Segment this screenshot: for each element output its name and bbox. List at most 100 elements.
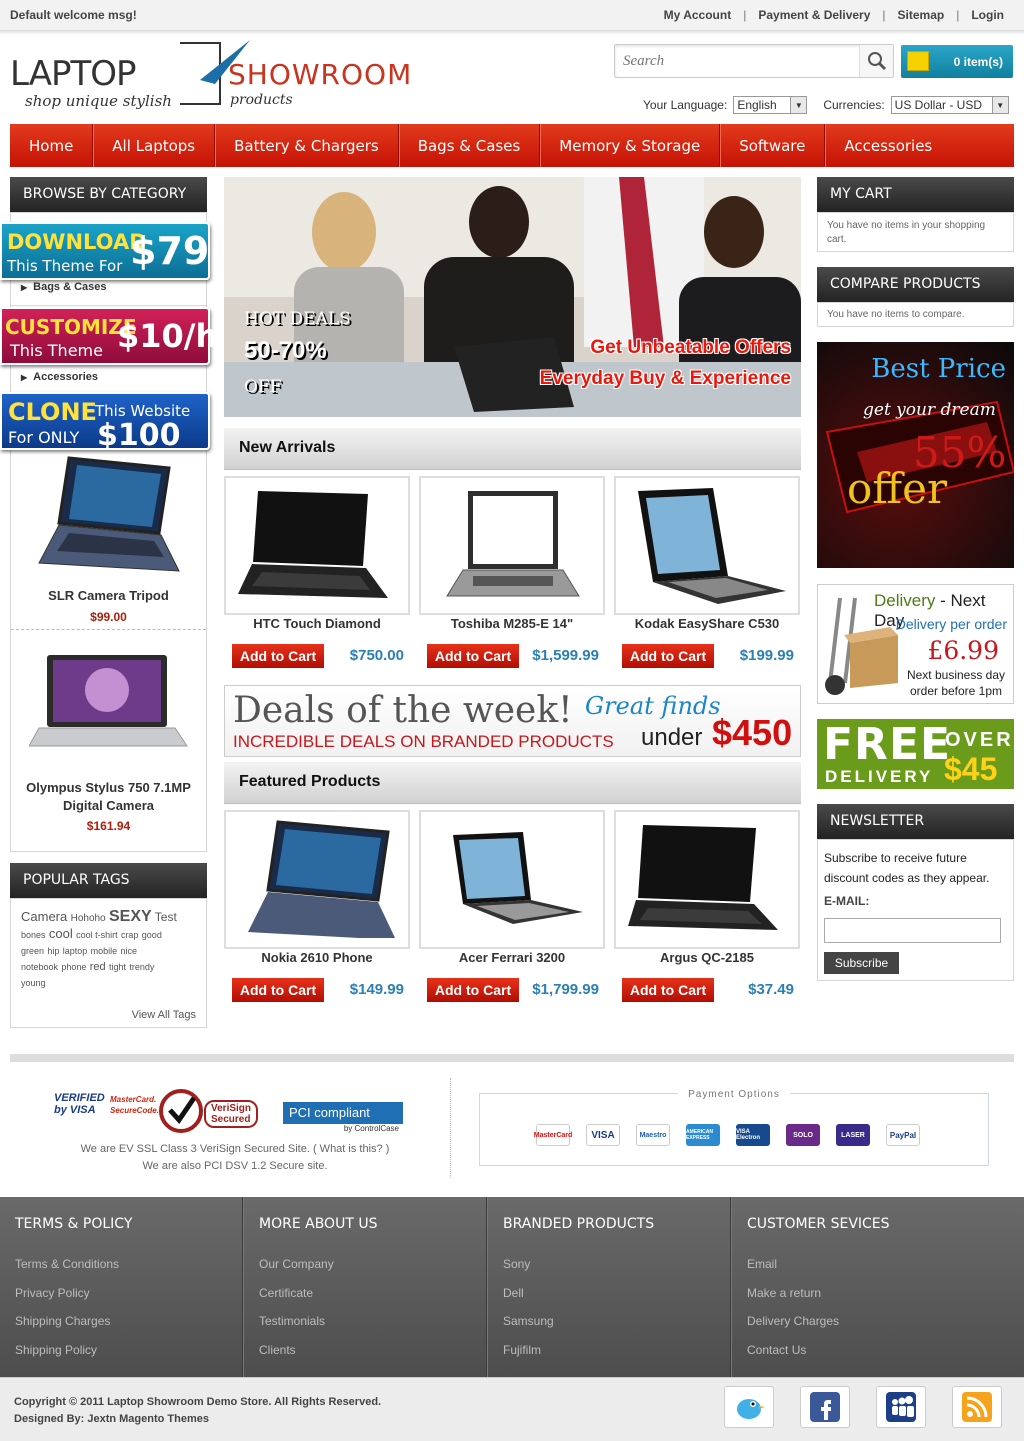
tag-link[interactable]: nice: [120, 946, 137, 956]
footer-link[interactable]: Terms & Conditions: [15, 1257, 119, 1271]
nav-bags-cases[interactable]: Bags & Cases: [399, 124, 541, 167]
footer-link[interactable]: Samsung: [503, 1314, 554, 1328]
footer-link[interactable]: Email: [747, 1257, 777, 1271]
tag-link[interactable]: good: [142, 930, 162, 940]
footer-link[interactable]: Testimonials: [259, 1314, 325, 1328]
free-price: $45: [944, 751, 998, 787]
login-link[interactable]: Login: [971, 8, 1004, 22]
my-cart-box: You have no items in your shopping cart.: [817, 212, 1014, 252]
side-product-image[interactable]: [29, 453, 189, 583]
add-to-cart-button[interactable]: Add to Cart: [427, 978, 519, 1002]
tag-link[interactable]: tight: [109, 962, 126, 972]
product-name[interactable]: Nokia 2610 Phone: [226, 950, 408, 965]
tag-link[interactable]: notebook: [21, 962, 58, 972]
pci-compliant-logo[interactable]: PCI compliant by ControlCase: [283, 1102, 403, 1136]
footer-link[interactable]: Privacy Policy: [15, 1286, 90, 1300]
product-name[interactable]: Argus QC-2185: [616, 950, 798, 965]
tag-link[interactable]: SEXY: [109, 908, 152, 925]
add-to-cart-button[interactable]: Add to Cart: [427, 644, 519, 668]
nav-software[interactable]: Software: [720, 124, 826, 167]
nav-all-laptops[interactable]: All Laptops: [93, 124, 216, 167]
tag-link[interactable]: mobile: [91, 946, 118, 956]
nav-battery-chargers[interactable]: Battery & Chargers: [215, 124, 399, 167]
side-product-name[interactable]: Olympus Stylus 750 7.1MP Digital Camera: [11, 779, 206, 815]
product-name[interactable]: Kodak EasyShare C530: [616, 616, 798, 631]
promo-clone-website[interactable]: CLONE This Website For ONLY $100: [0, 392, 210, 453]
product-image[interactable]: [433, 820, 591, 938]
facebook-button[interactable]: [800, 1386, 850, 1428]
footer-link[interactable]: Shipping Charges: [15, 1314, 110, 1328]
logo-showroom: SHOWROOM: [228, 58, 413, 91]
tag-link[interactable]: cool: [49, 926, 73, 941]
footer-link[interactable]: Dell: [503, 1286, 524, 1300]
footer-link[interactable]: Clients: [259, 1343, 296, 1357]
tag-link[interactable]: red: [90, 961, 106, 973]
add-to-cart-button[interactable]: Add to Cart: [232, 644, 324, 668]
footer-link[interactable]: Make a return: [747, 1286, 821, 1300]
product-image[interactable]: [628, 486, 786, 604]
twitter-button[interactable]: [724, 1386, 774, 1428]
tag-link[interactable]: Camera: [21, 909, 67, 924]
product-image[interactable]: [238, 486, 396, 604]
product-name[interactable]: Acer Ferrari 3200: [421, 950, 603, 965]
product-name[interactable]: HTC Touch Diamond: [226, 616, 408, 631]
product-image[interactable]: [433, 486, 591, 604]
my-account-link[interactable]: My Account: [664, 8, 732, 22]
sitemap-link[interactable]: Sitemap: [898, 8, 945, 22]
verisign-logo[interactable]: VeriSign Secured: [158, 1088, 268, 1134]
nav-home[interactable]: Home: [10, 124, 94, 167]
tag-link[interactable]: young: [21, 978, 46, 988]
add-to-cart-button[interactable]: Add to Cart: [622, 978, 714, 1002]
deals-banner[interactable]: Deals of the week! INCREDIBLE DEALS ON B…: [224, 685, 801, 757]
tag-link[interactable]: cool t-shirt: [76, 930, 118, 940]
add-to-cart-button[interactable]: Add to Cart: [622, 644, 714, 668]
delivery-banner[interactable]: Delivery - Next Day Delivery per order £…: [817, 584, 1014, 704]
footer-link[interactable]: Contact Us: [747, 1343, 806, 1357]
language-select[interactable]: English ▼: [733, 96, 808, 114]
subscribe-button[interactable]: Subscribe: [824, 952, 899, 974]
pci-text: PCI compliant: [283, 1102, 403, 1124]
footer-link[interactable]: Shipping Policy: [15, 1343, 97, 1357]
tag-link[interactable]: laptop: [63, 946, 88, 956]
search-button[interactable]: [859, 45, 893, 77]
tag-link[interactable]: hip: [47, 946, 59, 956]
footer-link[interactable]: Sony: [503, 1257, 530, 1271]
product-name[interactable]: Toshiba M285-E 14": [421, 616, 603, 631]
side-product-image[interactable]: [29, 650, 189, 760]
promo-download-theme[interactable]: DOWNLOAD This Theme For $79: [0, 222, 210, 280]
footer-link[interactable]: Delivery Charges: [747, 1314, 839, 1328]
language-label: Your Language:: [643, 98, 728, 112]
view-all-tags-link[interactable]: View All Tags: [132, 1009, 196, 1021]
hero-banner[interactable]: HOT DEALS 50-70% OFF Get Unbeatable Offe…: [224, 177, 801, 417]
footer-link[interactable]: Fujifilm: [503, 1343, 541, 1357]
product-image[interactable]: [628, 820, 786, 938]
promo-customize-theme[interactable]: CUSTOMIZE This Theme $10/hr: [0, 307, 234, 365]
tag-link[interactable]: Test: [155, 910, 177, 924]
nav-accessories[interactable]: Accessories: [825, 124, 951, 167]
footer-link[interactable]: Our Company: [259, 1257, 334, 1271]
add-to-cart-button[interactable]: Add to Cart: [232, 978, 324, 1002]
free-delivery-banner[interactable]: FREE OVER DELIVERY $45: [817, 719, 1014, 789]
footer-link[interactable]: Certificate: [259, 1286, 313, 1300]
tag-link[interactable]: bones: [21, 930, 46, 940]
search-input[interactable]: [615, 45, 853, 77]
deals-price: $450: [712, 712, 793, 753]
site-logo[interactable]: LAPTOP SHOWROOM shop unique stylish prod…: [10, 40, 411, 112]
currency-select[interactable]: US Dollar - USD ▼: [890, 96, 1009, 114]
nav-memory-storage[interactable]: Memory & Storage: [540, 124, 721, 167]
tag-link[interactable]: crap: [121, 930, 139, 940]
payment-delivery-link[interactable]: Payment & Delivery: [758, 8, 870, 22]
tag-link[interactable]: trendy: [129, 962, 154, 972]
rss-button[interactable]: [952, 1386, 1002, 1428]
myspace-button[interactable]: [876, 1386, 926, 1428]
tag-link[interactable]: phone: [61, 962, 86, 972]
tag-link[interactable]: Hohoho: [71, 913, 106, 924]
product-image[interactable]: [238, 820, 396, 938]
cart-button[interactable]: 0 item(s): [901, 45, 1013, 78]
best-price-banner[interactable]: Best Price get your dream 55% offer: [817, 342, 1014, 568]
category-item-accessories[interactable]: ▶ Accessories: [21, 371, 98, 383]
tag-link[interactable]: green: [21, 946, 44, 956]
newsletter-email-input[interactable]: [824, 918, 1001, 943]
category-item-bags[interactable]: ▶ Bags & Cases: [21, 281, 107, 293]
side-product-name[interactable]: SLR Camera Tripod: [11, 588, 206, 603]
